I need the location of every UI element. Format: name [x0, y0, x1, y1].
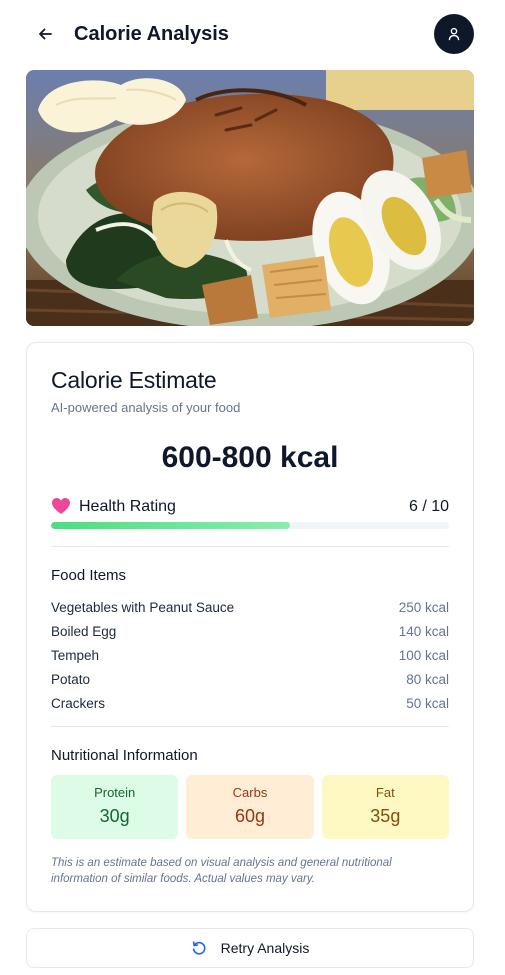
arrow-left-icon	[39, 28, 52, 40]
food-photo	[26, 70, 474, 326]
fat-label: Fat	[375, 785, 395, 800]
list-item: Tempeh 100 kcal	[51, 643, 449, 667]
list-item: Vegetables with Peanut Sauce 250 kcal	[51, 595, 449, 619]
heart-icon	[52, 498, 70, 514]
health-rating-value: 6 / 10	[408, 498, 449, 515]
fat-tile: Fat 35g	[321, 775, 449, 839]
carbs-label: Carbs	[232, 785, 268, 800]
food-item-name: Crackers	[51, 695, 106, 711]
food-item-kcal: 140 kcal	[398, 623, 449, 639]
health-rating-label: Health Rating	[79, 498, 176, 515]
food-items-list: Vegetables with Peanut Sauce 250 kcal Bo…	[51, 595, 449, 715]
refresh-icon	[192, 941, 206, 955]
protein-label: Protein	[94, 785, 136, 800]
disclaimer-text: This is an estimate based on visual anal…	[51, 857, 392, 885]
carbs-tile: Carbs 60g	[186, 775, 314, 839]
health-rating-bar	[51, 522, 449, 529]
retry-analysis-label: Retry Analysis	[220, 940, 310, 956]
nutrition-title: Nutritional Information	[51, 747, 198, 764]
food-item-name: Potato	[51, 671, 91, 687]
food-item-name: Tempeh	[51, 647, 100, 663]
food-item-kcal: 80 kcal	[406, 671, 449, 687]
page-title: Calorie Analysis	[74, 23, 229, 45]
card-title: Calorie Estimate	[51, 367, 217, 393]
list-item: Boiled Egg 140 kcal	[51, 619, 449, 643]
profile-button[interactable]	[434, 14, 474, 54]
calorie-range: 600-800 kcal	[161, 441, 339, 474]
food-item-kcal: 250 kcal	[398, 599, 449, 615]
calorie-estimate-card: Calorie Estimate AI-powered analysis of …	[26, 342, 474, 912]
protein-value: 30g	[99, 806, 130, 826]
macros-grid: Protein 30g Carbs 60g Fat 35g	[51, 775, 449, 839]
protein-tile: Protein 30g	[51, 775, 179, 839]
card-subtitle: AI-powered analysis of your food	[51, 400, 241, 415]
food-item-name: Boiled Egg	[51, 623, 117, 639]
list-item: Potato 80 kcal	[51, 667, 449, 691]
food-item-name: Vegetables with Peanut Sauce	[51, 599, 235, 615]
user-icon	[448, 27, 460, 41]
food-item-kcal: 50 kcal	[406, 695, 449, 711]
divider	[51, 546, 449, 547]
food-item-kcal: 100 kcal	[398, 647, 449, 663]
carbs-value: 60g	[234, 806, 266, 826]
list-item: Crackers 50 kcal	[51, 691, 449, 715]
back-button[interactable]	[33, 22, 57, 46]
divider	[51, 726, 449, 727]
app-header: Calorie Analysis	[0, 0, 505, 68]
fat-value: 35g	[370, 806, 401, 826]
retry-analysis-button[interactable]: Retry Analysis	[26, 928, 474, 968]
health-rating-row: Health Rating 6 / 10	[51, 495, 449, 519]
health-rating-bar-fill	[51, 522, 290, 529]
food-items-title: Food Items	[51, 567, 127, 584]
